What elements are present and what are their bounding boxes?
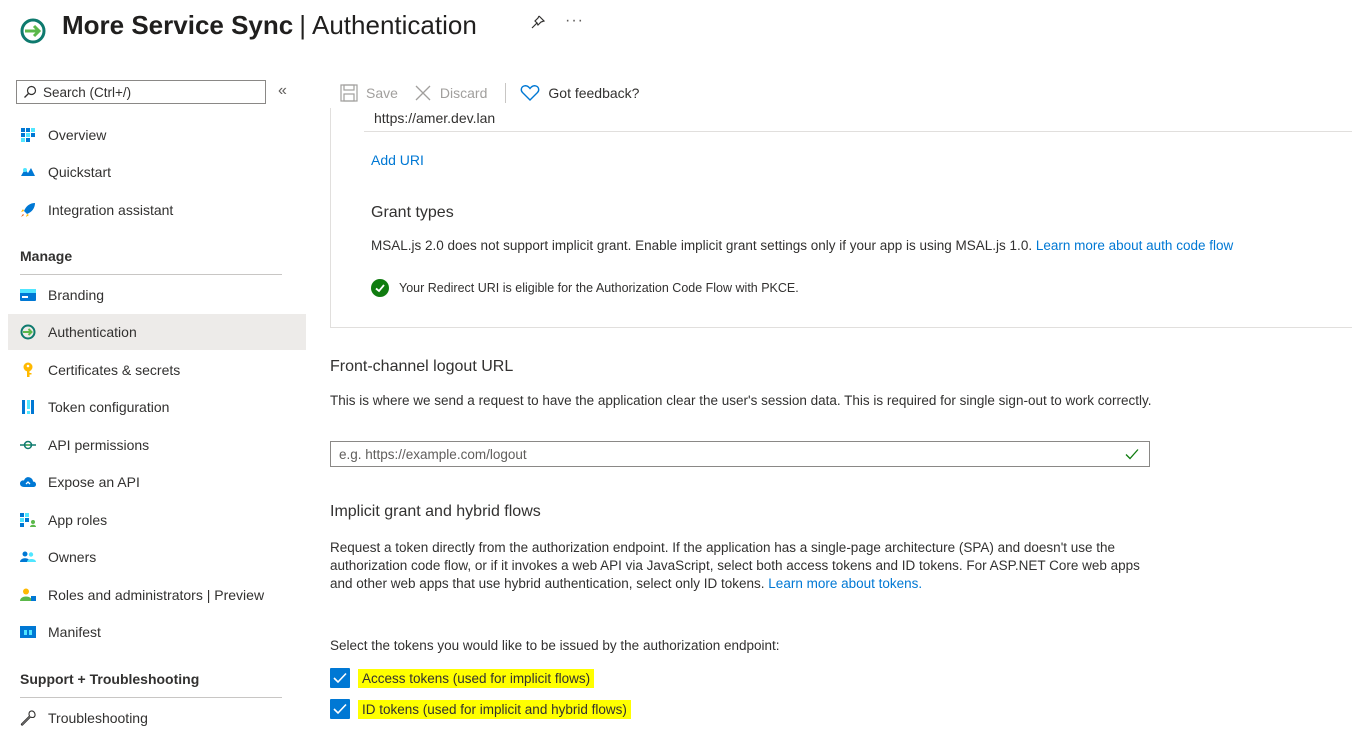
sidebar-item-label: Quickstart: [48, 164, 112, 180]
logout-url-input[interactable]: [339, 445, 1119, 463]
search-box[interactable]: [16, 80, 266, 104]
pkce-status-text: Your Redirect URI is eligible for the Au…: [399, 281, 799, 295]
discard-label: Discard: [439, 85, 488, 101]
sidebar-item-label: Integration assistant: [48, 202, 174, 218]
feedback-label: Got feedback?: [548, 85, 640, 101]
more-options-icon[interactable]: ···: [565, 12, 584, 30]
page-title: More Service Sync | Authentication: [62, 8, 477, 42]
cloud-icon: [20, 474, 36, 490]
token-config-icon: [20, 399, 36, 415]
sidebar-item-manifest[interactable]: Manifest: [8, 614, 306, 650]
redirect-uri-value: https://amer.dev.lan: [374, 110, 496, 126]
api-permissions-icon: [20, 437, 36, 453]
logout-url-field[interactable]: [330, 441, 1150, 467]
sidebar-item-owners[interactable]: Owners: [8, 539, 306, 575]
title-separator: |: [299, 10, 306, 40]
manage-heading: Manage: [20, 248, 73, 264]
add-uri-link[interactable]: Add URI: [371, 152, 424, 168]
heart-icon: [520, 85, 540, 101]
collapse-sidebar-icon[interactable]: «: [278, 82, 287, 100]
support-heading: Support + Troubleshooting: [20, 671, 200, 687]
command-bar: Save Discard Got feedback?: [340, 82, 655, 104]
id-tokens-checkbox[interactable]: [330, 699, 350, 719]
token-select-prompt: Select the tokens you would like to be i…: [330, 638, 780, 653]
branding-icon: [20, 287, 36, 303]
page-name: Authentication: [312, 10, 477, 40]
sidebar-item-certificates-secrets[interactable]: Certificates & secrets: [8, 352, 306, 388]
checkmark-icon: [333, 703, 347, 715]
sidebar-item-label: Manifest: [48, 624, 101, 640]
sidebar-item-api-permissions[interactable]: API permissions: [8, 427, 306, 463]
implicit-grant-description: Request a token directly from the author…: [330, 539, 1152, 593]
learn-more-tokens-link[interactable]: Learn more about tokens.: [768, 576, 922, 591]
search-input[interactable]: [43, 82, 253, 102]
feedback-button[interactable]: Got feedback?: [520, 84, 639, 102]
redirect-uri-field[interactable]: https://amer.dev.lan: [364, 110, 1352, 132]
pin-icon[interactable]: [530, 14, 546, 30]
sidebar-item-label: App roles: [48, 512, 108, 528]
sidebar-item-authentication[interactable]: Authentication: [8, 314, 306, 350]
sidebar-item-troubleshooting[interactable]: Troubleshooting: [8, 700, 306, 736]
sidebar-item-label: Certificates & secrets: [48, 362, 181, 378]
access-tokens-label: Access tokens (used for implicit flows): [358, 668, 595, 688]
rocket-icon: [20, 202, 36, 218]
sidebar-item-label: Overview: [48, 127, 107, 143]
implicit-description-text: Request a token directly from the author…: [330, 540, 1140, 591]
checkmark-icon: [333, 672, 347, 684]
sidebar-item-app-roles[interactable]: App roles: [8, 502, 306, 538]
search-icon: [24, 85, 37, 98]
sidebar-item-label: Expose an API: [48, 474, 140, 490]
sidebar-item-label: Token configuration: [48, 399, 170, 415]
auth-code-flow-link[interactable]: Learn more about auth code flow: [1036, 238, 1233, 253]
pkce-status: Your Redirect URI is eligible for the Au…: [371, 279, 799, 297]
sidebar-item-quickstart[interactable]: Quickstart: [8, 154, 306, 190]
implicit-grant-heading: Implicit grant and hybrid flows: [330, 503, 541, 520]
sidebar-item-branding[interactable]: Branding: [8, 277, 306, 313]
toolbar-divider: [505, 83, 507, 103]
app-name: More Service Sync: [62, 10, 294, 40]
page-header: More Service Sync | Authentication ···: [0, 0, 1352, 60]
owners-icon: [20, 549, 36, 565]
id-tokens-option[interactable]: ID tokens (used for implicit and hybrid …: [330, 699, 631, 719]
sidebar-item-integration-assistant[interactable]: Integration assistant: [8, 192, 306, 228]
sidebar-item-label: Authentication: [48, 324, 137, 340]
sidebar-item-roles-administrators[interactable]: Roles and administrators | Preview: [8, 577, 306, 613]
sidebar-item-token-configuration[interactable]: Token configuration: [8, 389, 306, 425]
section-divider: [20, 274, 282, 275]
logout-url-heading: Front-channel logout URL: [330, 358, 514, 375]
manifest-icon: [20, 624, 36, 640]
sidebar-item-expose-api[interactable]: Expose an API: [8, 464, 306, 500]
wrench-icon: [20, 710, 36, 726]
quickstart-icon: [20, 164, 36, 180]
save-button[interactable]: Save: [340, 84, 398, 102]
id-tokens-label: ID tokens (used for implicit and hybrid …: [358, 699, 631, 719]
success-check-icon: [371, 279, 389, 297]
sidebar-item-label: Troubleshooting: [48, 710, 148, 726]
sidebar-item-label: Owners: [48, 549, 97, 565]
section-divider: [20, 697, 282, 698]
app-roles-icon: [20, 512, 36, 528]
save-label: Save: [366, 85, 398, 101]
grant-types-heading: Grant types: [371, 204, 454, 221]
logout-url-description: This is where we send a request to have …: [330, 393, 1152, 408]
sidebar-item-label: API permissions: [48, 437, 150, 453]
authentication-app-icon: [20, 18, 46, 44]
authentication-icon: [20, 324, 36, 340]
access-tokens-option[interactable]: Access tokens (used for implicit flows): [330, 668, 595, 688]
close-icon: [415, 85, 431, 101]
grant-text: MSAL.js 2.0 does not support implicit gr…: [371, 238, 1033, 253]
grant-types-description: MSAL.js 2.0 does not support implicit gr…: [371, 238, 1233, 253]
sidebar-item-overview[interactable]: Overview: [8, 117, 306, 153]
valid-check-icon: [1125, 449, 1139, 460]
access-tokens-checkbox[interactable]: [330, 668, 350, 688]
key-icon: [20, 362, 36, 378]
sidebar-item-label: Branding: [48, 287, 105, 303]
sidebar-item-label: Roles and administrators | Preview: [48, 587, 265, 603]
overview-icon: [20, 127, 36, 143]
discard-button[interactable]: Discard: [414, 84, 487, 102]
save-icon: [340, 84, 358, 102]
roles-admin-icon: [20, 587, 36, 603]
